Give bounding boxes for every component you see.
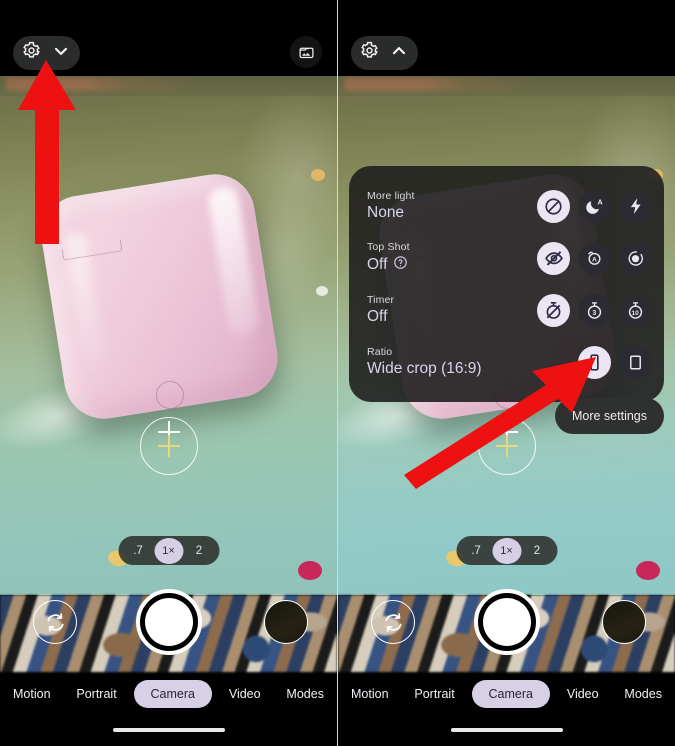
setting-row-top-shot: Top Shot Off A: [367, 232, 652, 284]
more-settings-button[interactable]: More settings: [554, 398, 664, 434]
setting-row-more-light: More light None A: [367, 180, 652, 232]
phone-screen-after: More light None A Top Shot Off A Timer O…: [338, 0, 675, 746]
setting-row-ratio: Ratio Wide crop (16:9): [367, 336, 652, 388]
zoom-option-0-7[interactable]: .7: [122, 538, 154, 563]
setting-options: A: [537, 189, 652, 223]
timer-10s-icon[interactable]: 10: [619, 293, 652, 327]
tab-camera[interactable]: Camera: [133, 680, 212, 708]
no-flash-icon[interactable]: [537, 189, 570, 223]
phone-screen-before: .7 1× 2 Motion Portrait Camera Video Mod…: [0, 0, 337, 746]
tab-motion[interactable]: Motion: [4, 681, 60, 707]
zoom-level-bar-after[interactable]: .7 1× 2: [456, 536, 557, 565]
setting-value: Off: [367, 308, 388, 325]
mode-tabs-before[interactable]: Motion Portrait Camera Video Modes: [0, 672, 337, 716]
last-photo-thumbnail[interactable]: [602, 600, 646, 644]
setting-label: Ratio: [367, 346, 393, 358]
zoom-option-1x[interactable]: 1×: [492, 537, 521, 564]
mode-tabs-after[interactable]: Motion Portrait Camera Video Modes: [338, 672, 675, 716]
screenshot-root: .7 1× 2 Motion Portrait Camera Video Mod…: [0, 0, 675, 746]
gear-icon[interactable]: [22, 41, 41, 65]
home-indicator: [112, 728, 225, 732]
settings-pill-after[interactable]: [351, 36, 418, 70]
preview-speck: [636, 561, 660, 580]
ratio-16-9-icon[interactable]: [578, 345, 611, 379]
tab-camera[interactable]: Camera: [471, 680, 550, 708]
shutter-button[interactable]: [135, 589, 202, 655]
camera-flip-icon[interactable]: [33, 600, 77, 644]
preview-top-band: [338, 76, 675, 96]
quick-settings-sheet: More light None A Top Shot Off A Timer O…: [349, 166, 664, 402]
setting-label: Timer: [367, 294, 395, 306]
timer-3s-icon[interactable]: 3: [578, 293, 611, 327]
setting-options: A: [537, 241, 652, 275]
tab-video[interactable]: Video: [220, 681, 270, 707]
tab-portrait[interactable]: Portrait: [67, 681, 125, 707]
chevron-up-icon[interactable]: [389, 41, 409, 66]
setting-value: None: [367, 204, 405, 221]
tab-video[interactable]: Video: [558, 681, 608, 707]
flash-on-icon[interactable]: [619, 189, 652, 223]
top-bar-before: [0, 0, 337, 76]
svg-text:A: A: [592, 256, 597, 263]
tab-motion[interactable]: Motion: [342, 681, 398, 707]
night-sight-auto-icon[interactable]: A: [578, 189, 611, 223]
setting-options: [578, 345, 652, 379]
preview-speck: [298, 561, 322, 580]
zoom-option-2x[interactable]: 2: [183, 538, 215, 563]
settings-pill-before[interactable]: [13, 36, 80, 70]
tab-modes[interactable]: Modes: [277, 681, 333, 707]
preview-top-band: [0, 76, 337, 96]
setting-value: Wide crop (16:9): [367, 360, 482, 377]
preview-speck: [316, 286, 328, 296]
svg-text:10: 10: [631, 309, 639, 316]
chevron-down-icon[interactable]: [51, 41, 71, 66]
zoom-option-0-7[interactable]: .7: [460, 538, 492, 563]
ratio-4-3-icon[interactable]: [619, 345, 652, 379]
setting-options: 3 10: [537, 293, 652, 327]
setting-value: Off: [367, 256, 388, 273]
zoom-level-bar-before[interactable]: .7 1× 2: [118, 536, 219, 565]
help-circle-icon[interactable]: [393, 255, 408, 275]
svg-text:3: 3: [592, 309, 596, 316]
gear-icon[interactable]: [360, 41, 379, 65]
focus-reticle[interactable]: [478, 417, 536, 475]
home-indicator: [450, 728, 563, 732]
top-bar-after: [338, 0, 675, 76]
zoom-option-1x[interactable]: 1×: [154, 537, 183, 564]
zoom-option-2x[interactable]: 2: [521, 538, 553, 563]
timer-off-icon[interactable]: [537, 293, 570, 327]
last-photo-thumbnail[interactable]: [264, 600, 308, 644]
tab-portrait[interactable]: Portrait: [405, 681, 463, 707]
top-shot-on-icon[interactable]: [619, 241, 652, 275]
focus-reticle[interactable]: [140, 417, 198, 475]
preview-speck: [311, 169, 325, 181]
setting-label: More light: [367, 190, 415, 202]
tab-modes[interactable]: Modes: [615, 681, 671, 707]
top-shot-auto-icon[interactable]: A: [578, 241, 611, 275]
gallery-icon[interactable]: [290, 36, 322, 68]
shutter-button[interactable]: [473, 589, 540, 655]
svg-text:A: A: [597, 198, 602, 206]
camera-preview-before[interactable]: [0, 76, 337, 595]
setting-label: Top Shot: [367, 241, 410, 253]
setting-row-timer: Timer Off 3 10: [367, 284, 652, 336]
top-shot-off-icon[interactable]: [537, 241, 570, 275]
camera-flip-icon[interactable]: [371, 600, 415, 644]
